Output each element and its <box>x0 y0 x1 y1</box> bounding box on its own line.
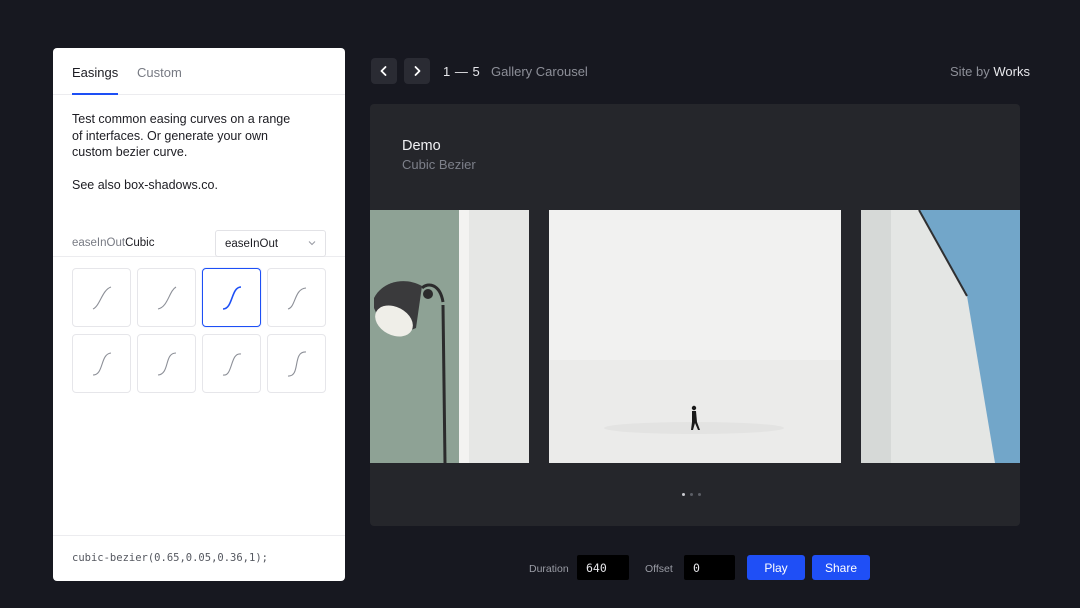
easing-curve-icon <box>287 286 306 310</box>
snow-walker-photo <box>549 210 841 463</box>
carousel-dot[interactable] <box>698 493 701 496</box>
page-counter: 1 — 5 <box>443 64 481 79</box>
building-photo <box>861 210 1020 463</box>
easing-curve-option[interactable] <box>72 268 131 327</box>
easing-curve-icon <box>287 350 306 377</box>
play-button[interactable]: Play <box>747 555 805 580</box>
easing-curve-icon <box>157 351 176 376</box>
easing-curve-option[interactable] <box>202 334 261 393</box>
site-credit-prefix: Site by <box>950 64 990 79</box>
easing-row: easeInOutCubic easeInOut <box>72 230 326 257</box>
page-title: Gallery Carousel <box>491 64 588 79</box>
panel-tabs: Easings Custom <box>53 48 345 95</box>
easing-curve-option[interactable] <box>137 334 196 393</box>
carousel-dots <box>682 493 701 496</box>
carousel-slide-snow[interactable] <box>549 210 841 463</box>
easing-curve-icon <box>222 285 241 310</box>
easing-curve-icon <box>92 285 111 310</box>
demo-subtitle: Cubic Bezier <box>402 157 476 172</box>
carousel-slide-lamp[interactable] <box>370 210 529 463</box>
offset-input[interactable] <box>684 555 735 580</box>
easing-panel: Easings Custom Test common easing curves… <box>53 48 345 581</box>
next-button[interactable] <box>404 58 430 84</box>
offset-label: Offset <box>645 563 673 575</box>
easing-curve-icon <box>222 352 241 376</box>
tab-custom[interactable]: Custom <box>137 65 182 80</box>
easing-curve-option[interactable] <box>267 268 326 327</box>
easing-name: easeInOutCubic <box>72 237 154 249</box>
carousel-dot[interactable] <box>690 493 693 496</box>
easing-curve-option-selected[interactable] <box>202 268 261 327</box>
demo-card: Demo Cubic Bezier <box>370 104 1020 526</box>
easing-curve-option[interactable] <box>72 334 131 393</box>
chevron-left-icon <box>380 66 387 76</box>
active-tab-indicator <box>72 93 118 95</box>
intro-text: Test common easing curves on a range of … <box>72 112 291 159</box>
chevron-down-icon <box>307 238 317 251</box>
prev-button[interactable] <box>371 58 397 84</box>
easing-select[interactable]: easeInOut <box>215 230 326 257</box>
see-also-text: See also box-shadows.co. <box>72 177 218 192</box>
site-credit[interactable]: Site by Works <box>950 64 1030 79</box>
easing-select-value: easeInOut <box>225 238 279 250</box>
bezier-code-output: cubic-bezier(0.65,0.05,0.36,1); <box>53 535 345 581</box>
easing-curve-option[interactable] <box>267 334 326 393</box>
duration-label: Duration <box>529 563 569 575</box>
easing-name-prefix: easeInOut <box>72 237 126 249</box>
carousel-dot[interactable] <box>682 493 685 496</box>
easing-curve-icon <box>92 351 111 376</box>
easing-curve-icon <box>157 286 176 310</box>
site-credit-name: Works <box>993 64 1030 79</box>
share-button[interactable]: Share <box>812 555 870 580</box>
duration-input[interactable] <box>577 555 629 580</box>
demo-title: Demo <box>402 138 441 154</box>
carousel-slide-building[interactable] <box>861 210 1020 463</box>
chevron-right-icon <box>414 66 421 76</box>
easing-curve-grid <box>72 268 326 393</box>
easing-curve-option[interactable] <box>137 268 196 327</box>
lamp-photo <box>370 210 529 463</box>
tab-easings[interactable]: Easings <box>72 65 118 80</box>
easing-name-suffix: Cubic <box>125 237 155 249</box>
